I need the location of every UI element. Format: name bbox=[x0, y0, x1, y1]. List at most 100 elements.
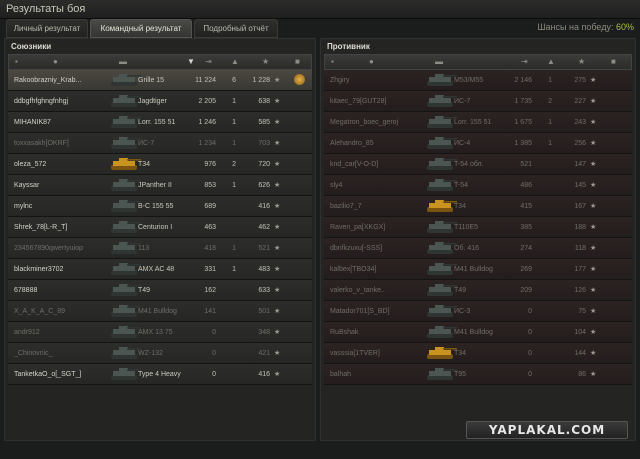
tank-icon bbox=[108, 345, 142, 361]
xp-value: 227 bbox=[574, 98, 586, 105]
ally-row[interactable]: ddbgfhfghngfnhgj Jagdtiger 2 205 1 638 ★ bbox=[8, 91, 312, 112]
xp-value: 720 bbox=[258, 161, 270, 168]
tank-icon bbox=[108, 177, 142, 193]
enemy-row[interactable]: Matador701[S_BD] ИС-3 0 75 ★ bbox=[324, 301, 632, 322]
xp-star-icon: ★ bbox=[590, 140, 597, 147]
vehicle-name: ИС-7 bbox=[454, 98, 471, 105]
ally-row[interactable]: _Chinovnic_ WZ-132 0 421 ★ bbox=[8, 343, 312, 364]
vehicle-name: Centurion I bbox=[138, 224, 173, 231]
ally-row[interactable]: Kayssar JPanther II 853 1 626 ★ bbox=[8, 175, 312, 196]
ally-row[interactable]: MIHANIK87 Lorr. 155 51 1 246 1 585 ★ bbox=[8, 112, 312, 133]
player-icon[interactable]: ● bbox=[369, 57, 374, 67]
kills-value: 1 bbox=[232, 182, 236, 189]
xp-star-icon: ★ bbox=[590, 287, 597, 294]
allies-header: Союзники bbox=[5, 39, 315, 53]
xp-value: 147 bbox=[574, 161, 586, 168]
enemy-row[interactable]: Zhgiry M53/M55 2 146 1 275 ★ bbox=[324, 70, 632, 91]
ally-row[interactable]: X_A_K_A_C_89 M41 Bulldog 141 501 ★ bbox=[8, 301, 312, 322]
xp-value: 1 228 bbox=[252, 77, 270, 84]
player-name: MIHANIK87 bbox=[14, 119, 51, 126]
tank-icon bbox=[108, 240, 142, 256]
tank-icon bbox=[424, 324, 458, 340]
enemy-row[interactable]: RuBshak M41 Bulldog 0 104 ★ bbox=[324, 322, 632, 343]
enemy-row[interactable]: valerko_v_tanke.. T49 209 126 ★ bbox=[324, 280, 632, 301]
ally-row[interactable]: TanketkaO_o[_SGT_] Type 4 Heavy 0 416 ★ bbox=[8, 364, 312, 385]
tab-personal-result[interactable]: Личный результат bbox=[6, 19, 88, 38]
vehicle-name: Jagdtiger bbox=[138, 98, 167, 105]
xp-value: 626 bbox=[258, 182, 270, 189]
vehicle-name: Grille 15 bbox=[138, 77, 165, 84]
xp-star-icon: ★ bbox=[274, 161, 281, 168]
tank-icon bbox=[424, 156, 458, 172]
enemy-row[interactable]: balhah T95 0 86 ★ bbox=[324, 364, 632, 385]
ally-row[interactable]: oleza_572 T34 976 2 720 ★ bbox=[8, 154, 312, 175]
player-name: Alehandro_85 bbox=[330, 140, 374, 147]
damage-icon[interactable]: ⇥ bbox=[205, 57, 212, 67]
medal-icon bbox=[294, 74, 305, 85]
tank-icon bbox=[424, 261, 458, 277]
xp-icon[interactable]: ★ bbox=[262, 57, 269, 67]
vehicle-name: T34 bbox=[138, 161, 151, 168]
medal-icon[interactable]: ■ bbox=[611, 57, 616, 67]
tank-icon bbox=[424, 93, 458, 109]
medal-icon[interactable]: ■ bbox=[295, 57, 300, 67]
ally-row[interactable]: blackminer3702 AMX AC 48 331 1 483 ★ bbox=[8, 259, 312, 280]
player-name: balhah bbox=[330, 371, 352, 378]
enemies-columns-bar: ▪ ● ▬ ⇥ ▲ ★ ■ bbox=[324, 54, 632, 70]
damage-value: 141 bbox=[204, 308, 216, 315]
enemy-row[interactable]: Alehandro_85 ИС-4 1 385 1 256 ★ bbox=[324, 133, 632, 154]
damage-value: 162 bbox=[204, 287, 216, 294]
ally-row[interactable]: toxxasakh[OKRF] ИС-7 1 234 1 703 ★ bbox=[8, 133, 312, 154]
enemy-row[interactable]: knd_car[V-O-D] T-54 обл. 521 147 ★ bbox=[324, 154, 632, 175]
xp-value: 521 bbox=[258, 245, 270, 252]
premium-tank-icon bbox=[108, 156, 142, 172]
tank-icon[interactable]: ▪ bbox=[331, 57, 334, 67]
vehicle-name: Lorr. 155 51 bbox=[138, 119, 176, 126]
vehicle-name: T-54 bbox=[454, 182, 469, 189]
ally-row[interactable]: 678888 T49 162 633 ★ bbox=[8, 280, 312, 301]
tank-icon bbox=[424, 114, 458, 130]
damage-value: 521 bbox=[520, 161, 532, 168]
tab-detailed-report[interactable]: Подробный отчёт bbox=[194, 19, 278, 38]
xp-icon[interactable]: ★ bbox=[578, 57, 585, 67]
kills-icon[interactable]: ▲ bbox=[547, 57, 555, 67]
tank-icon bbox=[108, 282, 142, 298]
xp-value: 348 bbox=[258, 329, 270, 336]
xp-star-icon: ★ bbox=[274, 77, 281, 84]
enemy-row[interactable]: dbnfkzuxu[-SSS] Об. 416 274 118 ★ bbox=[324, 238, 632, 259]
tab-team-result[interactable]: Командный результат bbox=[90, 19, 192, 38]
xp-star-icon: ★ bbox=[274, 203, 281, 210]
ally-row[interactable]: mylnc B-C 155 55 689 416 ★ bbox=[8, 196, 312, 217]
enemy-row[interactable]: Megatron_boec_geroj Lorr. 155 51 1 675 1 243… bbox=[324, 112, 632, 133]
damage-value: 1 246 bbox=[198, 119, 216, 126]
damage-icon[interactable]: ⇥ bbox=[521, 57, 528, 67]
xp-value: 421 bbox=[258, 350, 270, 357]
enemy-row[interactable]: vasssia[1TVER] T34 0 144 ★ bbox=[324, 343, 632, 364]
tank-icon[interactable]: ▪ bbox=[15, 57, 18, 67]
enemy-row[interactable]: kalbex[TBO34] M41 Bulldog 269 177 ★ bbox=[324, 259, 632, 280]
ally-row[interactable]: Shrek_78[L-R_T] Centurion I 463 462 ★ bbox=[8, 217, 312, 238]
vehicle-name: 113 bbox=[138, 245, 150, 252]
xp-star-icon: ★ bbox=[590, 329, 597, 336]
player-name: Zhgiry bbox=[330, 77, 350, 84]
player-name: toxxasakh[OKRF] bbox=[14, 140, 69, 147]
damage-value: 0 bbox=[212, 329, 216, 336]
ally-row[interactable]: 234567890qwertyuiop 113 418 1 521 ★ bbox=[8, 238, 312, 259]
kills-icon[interactable]: ▲ bbox=[231, 57, 239, 67]
enemies-list: Zhgiry M53/M55 2 146 1 275 ★ kitaec_79[GUT28] И… bbox=[324, 70, 632, 385]
enemy-row[interactable]: bazilio7_7 T34 415 167 ★ bbox=[324, 196, 632, 217]
ally-row[interactable]: Rakoobrazniy_Krab... Grille 15 11 224 6 1 22… bbox=[8, 70, 312, 91]
enemy-row[interactable]: Raven_pa[XKGX] T110E5 385 188 ★ bbox=[324, 217, 632, 238]
player-icon[interactable]: ● bbox=[53, 57, 58, 67]
vehicle-icon[interactable]: ▬ bbox=[435, 57, 443, 67]
vehicle-icon[interactable]: ▬ bbox=[119, 57, 127, 67]
enemy-row[interactable]: kitaec_79[GUT28] ИС-7 1 735 2 227 ★ bbox=[324, 91, 632, 112]
kills-value: 1 bbox=[548, 77, 552, 84]
damage-value: 853 bbox=[204, 182, 216, 189]
ally-row[interactable]: andr912 AMX 13 75 0 348 ★ bbox=[8, 322, 312, 343]
sort-indicator-icon[interactable]: ▼ bbox=[187, 57, 195, 67]
player-name: kalbex[TBO34] bbox=[330, 266, 377, 273]
xp-value: 118 bbox=[574, 245, 586, 252]
tank-icon bbox=[108, 303, 142, 319]
enemy-row[interactable]: sly4 T-54 486 145 ★ bbox=[324, 175, 632, 196]
